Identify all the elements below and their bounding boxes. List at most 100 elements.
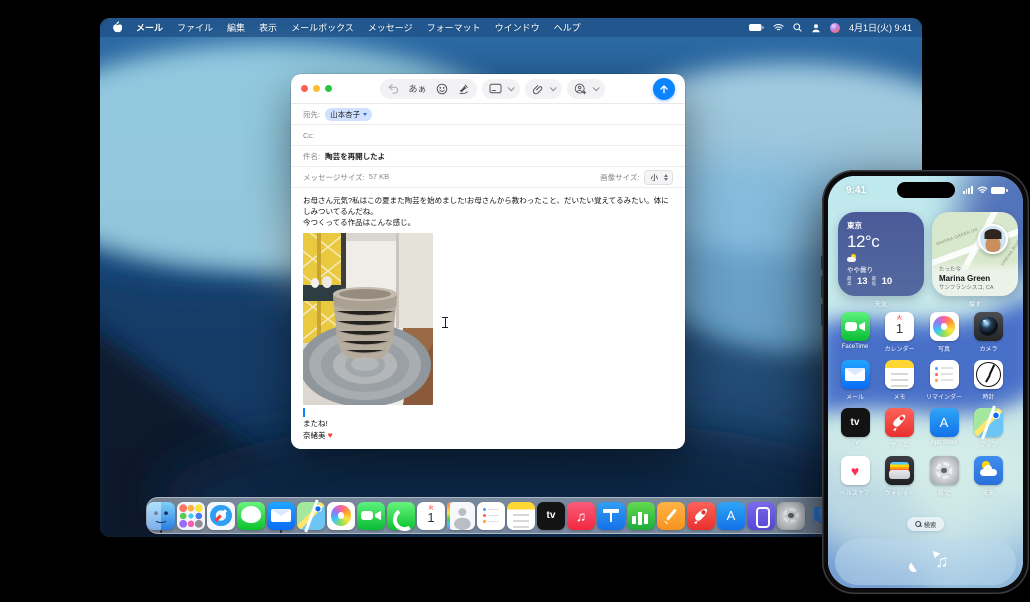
cc-label: Cc: bbox=[303, 130, 315, 140]
add-contact-icon bbox=[574, 83, 587, 95]
message-body[interactable]: お母さん元気?私はこの夏また陶芸を始めました!お母さんから教わったこと、だいたい… bbox=[291, 188, 685, 442]
photo-browser-button[interactable] bbox=[481, 78, 520, 99]
iphone-app-tv[interactable]: tv TV bbox=[833, 408, 877, 446]
close-button[interactable] bbox=[301, 85, 308, 92]
minimize-button[interactable] bbox=[313, 85, 320, 92]
maps-icon bbox=[974, 408, 1003, 437]
menu-item-4[interactable]: メールボックス bbox=[284, 21, 361, 34]
image-size-select[interactable]: 小 bbox=[643, 169, 673, 185]
send-button[interactable] bbox=[653, 77, 675, 100]
dock-item-facetime[interactable] bbox=[357, 501, 385, 531]
recipient-token[interactable]: 山本杏子 bbox=[325, 107, 373, 121]
dock-item-mail[interactable] bbox=[267, 501, 295, 533]
emoji-icon[interactable] bbox=[436, 83, 448, 95]
dock-item-music[interactable]: ♫ bbox=[567, 501, 595, 531]
notes-icon bbox=[507, 501, 535, 530]
siri-icon[interactable] bbox=[829, 22, 840, 33]
iphone-app-reminders[interactable]: リマインダー bbox=[922, 360, 966, 401]
dock-item-messages[interactable] bbox=[237, 501, 265, 531]
dock-item-tv[interactable]: tv bbox=[537, 501, 565, 531]
dock-item-notes[interactable] bbox=[507, 501, 535, 531]
weather-icon bbox=[974, 456, 1003, 485]
findmy-place: Marina Green bbox=[939, 273, 991, 283]
markup-icon[interactable] bbox=[457, 83, 470, 95]
phone-icon bbox=[387, 501, 415, 530]
weather-widget-caption: 天気 bbox=[874, 301, 888, 308]
mail-icon bbox=[267, 501, 295, 530]
text-caret bbox=[303, 407, 305, 417]
iphone-app-camera[interactable]: カメラ bbox=[967, 312, 1011, 353]
battery-icon[interactable] bbox=[748, 23, 764, 32]
weather-temp: 12°c bbox=[847, 232, 880, 251]
weather-widget[interactable]: 東京 12°c やや曇り 最高 13 最低 10 bbox=[838, 212, 924, 296]
undo-icon[interactable] bbox=[387, 83, 399, 94]
iphone-app-settings[interactable]: 設定 bbox=[922, 456, 966, 497]
iphone-app-notes[interactable]: メモ bbox=[878, 360, 922, 401]
dock-item-photos[interactable] bbox=[327, 501, 355, 531]
dock-item-pages[interactable] bbox=[657, 501, 685, 531]
search-icon[interactable] bbox=[793, 23, 802, 32]
dock-item-keynote[interactable] bbox=[597, 501, 625, 531]
findmy-widget[interactable]: MARINA GREEN DR MARINA BLVD たった今 Marina … bbox=[932, 212, 1018, 296]
iphone-app-calendar[interactable]: 1 火カレンダー bbox=[878, 312, 922, 353]
app-label: ヘルスケア bbox=[839, 490, 870, 497]
attachment-button[interactable] bbox=[524, 78, 562, 99]
cc-field[interactable]: Cc: bbox=[291, 125, 685, 146]
launchpad-icon bbox=[177, 501, 205, 530]
menu-item-1[interactable]: ファイル bbox=[170, 21, 220, 34]
dock-item-launchpad[interactable] bbox=[177, 501, 205, 531]
dock-item-reminders[interactable] bbox=[477, 501, 505, 531]
attachment-pottery-photo[interactable] bbox=[303, 232, 433, 405]
add-contact-button[interactable] bbox=[566, 78, 605, 99]
wifi-icon[interactable] bbox=[773, 23, 784, 32]
app-label: App Store bbox=[930, 439, 958, 446]
iphone-app-maps[interactable]: マップ bbox=[967, 408, 1011, 449]
size-row: メッセージサイズ: 57 KB 画像サイズ: 小 bbox=[291, 167, 685, 188]
iphone-app-wallet[interactable]: ウォレット bbox=[878, 456, 922, 497]
dock-item-contacts[interactable] bbox=[447, 501, 475, 531]
iphone-app-photos[interactable]: 写真 bbox=[922, 312, 966, 353]
iphone-app-health[interactable]: ♥ ヘルスケア bbox=[833, 456, 877, 497]
dock-item-safari[interactable] bbox=[207, 501, 235, 531]
heart-emoji: ♥ bbox=[327, 429, 333, 440]
menu-item-3[interactable]: 表示 bbox=[252, 21, 284, 34]
format-text-icon[interactable]: あぁ bbox=[408, 82, 426, 95]
iphone-app-games[interactable]: ゲーム bbox=[878, 408, 922, 449]
dock-item-appstore[interactable]: A bbox=[717, 501, 745, 531]
weather-condition: やや曇り bbox=[847, 267, 873, 274]
iphone-app-mail[interactable]: メール bbox=[833, 360, 877, 401]
menu-item-0[interactable]: メール bbox=[129, 21, 170, 34]
app-label: 設定 bbox=[937, 490, 950, 497]
dock-item-phone[interactable] bbox=[387, 501, 415, 531]
to-field[interactable]: 宛先: 山本杏子 bbox=[291, 104, 685, 125]
menu-item-7[interactable]: ウインドウ bbox=[488, 21, 547, 34]
menu-item-2[interactable]: 編集 bbox=[220, 21, 252, 34]
subject-field[interactable]: 件名: 陶芸を再開したよ bbox=[291, 146, 685, 167]
dock: 1火tv♫A↓ bbox=[146, 497, 876, 534]
iphone-app-clock[interactable]: 時計 bbox=[967, 360, 1011, 401]
mirroring-icon bbox=[747, 501, 775, 530]
dock-item-finder[interactable] bbox=[147, 501, 175, 533]
iphone-app-facetime[interactable]: FaceTime bbox=[833, 312, 877, 350]
dock-item-mirroring[interactable] bbox=[747, 501, 775, 531]
dock-item-games[interactable] bbox=[687, 501, 715, 531]
iphone-app-weather[interactable]: 天気 bbox=[967, 456, 1011, 497]
menu-item-5[interactable]: メッセージ bbox=[361, 21, 420, 34]
apple-menu[interactable] bbox=[110, 21, 123, 34]
dock-item-settings[interactable] bbox=[777, 501, 805, 531]
dock-item-maps[interactable] bbox=[297, 501, 325, 531]
chevron-down-icon bbox=[507, 84, 515, 92]
dock-item-numbers[interactable] bbox=[627, 501, 655, 531]
findmy-city: サンフランシスコ, CA bbox=[939, 285, 994, 291]
desktop-background: メール ファイル 編集 表示 メールボックス メッセージ フォーマット ウインドウ ヘルプ 4月… bbox=[0, 0, 1030, 602]
findmy-info: たった今 Marina Green サンフランシスコ, CA bbox=[932, 261, 1018, 296]
user-switch-icon[interactable] bbox=[811, 23, 821, 33]
menubar-clock[interactable]: 4月1日(火) 9:41 bbox=[849, 21, 912, 34]
menu-item-6[interactable]: フォーマット bbox=[420, 21, 488, 34]
menu-item-8[interactable]: ヘルプ bbox=[547, 21, 588, 34]
zoom-button[interactable] bbox=[325, 85, 332, 92]
dock-item-calendar[interactable]: 1火 bbox=[417, 501, 445, 531]
iphone-app-appstore[interactable]: A App Store bbox=[922, 408, 966, 446]
spotlight-search-pill[interactable]: 検索 bbox=[906, 517, 945, 531]
signature-line: 奈緒美 ♥ bbox=[303, 429, 333, 440]
